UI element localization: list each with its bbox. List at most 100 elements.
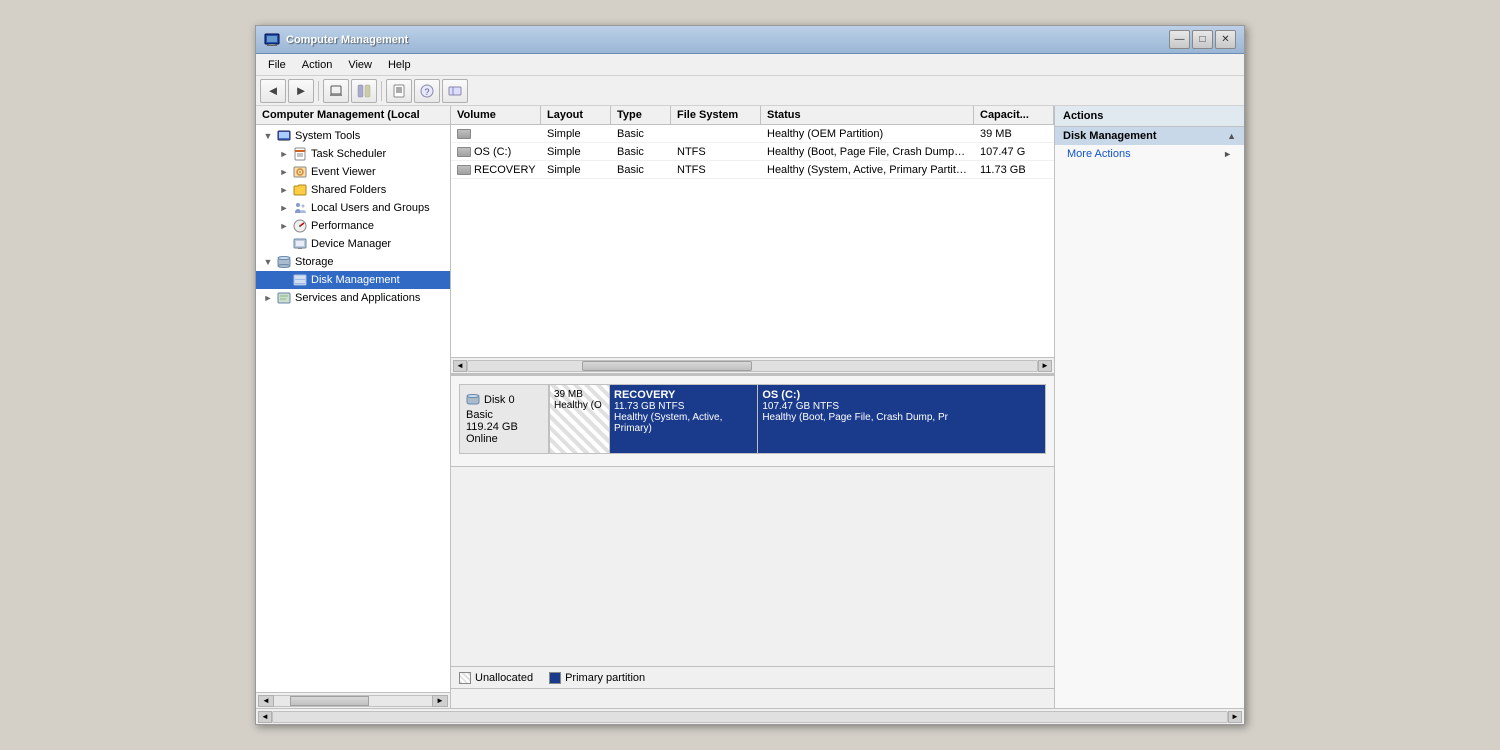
td-layout-1: Simple — [541, 144, 611, 160]
th-filesystem[interactable]: File System — [671, 106, 761, 124]
th-status[interactable]: Status — [761, 106, 974, 124]
disk-row-0: Disk 0 Basic 119.24 GB Online 39 MB Heal… — [459, 384, 1046, 454]
tree-scroll-left[interactable]: ◄ — [258, 695, 274, 707]
more-actions-link[interactable]: More Actions ► — [1055, 145, 1244, 163]
status-bar — [451, 688, 1054, 708]
td-type-1: Basic — [611, 144, 671, 160]
help-button[interactable]: ? — [414, 79, 440, 103]
local-users-icon — [292, 200, 308, 216]
tree-item-performance[interactable]: ► Performance — [256, 217, 450, 235]
toolbar-separator-1 — [318, 81, 319, 101]
th-volume[interactable]: Volume — [451, 106, 541, 124]
legend-unalloc-box — [459, 672, 471, 684]
bottom-scroll-track[interactable] — [272, 711, 1228, 723]
tree-scroll-track[interactable] — [274, 695, 432, 707]
system-tools-label: System Tools — [295, 130, 360, 142]
expand-performance[interactable]: ► — [276, 218, 292, 234]
oem-size: 39 MB — [554, 389, 605, 400]
disk-0-label: Disk 0 — [484, 394, 515, 406]
up-button[interactable] — [323, 79, 349, 103]
table-row[interactable]: OS (C:) Simple Basic NTFS Healthy (Boot,… — [451, 143, 1054, 161]
expand-event-viewer[interactable]: ► — [276, 164, 292, 180]
os-info: Healthy (Boot, Page File, Crash Dump, Pr — [762, 412, 1041, 423]
menu-view[interactable]: View — [340, 57, 380, 73]
hscroll-right[interactable]: ► — [1038, 360, 1052, 372]
expand-local-users[interactable]: ► — [276, 200, 292, 216]
disk-management-label: Disk Management — [311, 274, 400, 286]
expand-storage[interactable]: ▼ — [260, 254, 276, 270]
hscroll-track[interactable] — [467, 360, 1038, 372]
partition-oem[interactable]: 39 MB Healthy (O — [550, 385, 610, 453]
os-name: OS (C:) — [762, 389, 1041, 401]
disk-label: Disk 0 Basic 119.24 GB Online — [459, 384, 549, 454]
tree-scroll-right[interactable]: ► — [432, 695, 448, 707]
actions-title: Actions — [1063, 110, 1103, 122]
tree-item-services[interactable]: ► Services and Applications — [256, 289, 450, 307]
minimize-button[interactable]: — — [1169, 30, 1190, 49]
storage-icon — [276, 254, 292, 270]
device-manager-label: Device Manager — [311, 238, 391, 250]
menu-file[interactable]: File — [260, 57, 294, 73]
oem-info: Healthy (O — [554, 400, 605, 411]
disk-viz-area: Disk 0 Basic 119.24 GB Online 39 MB Heal… — [451, 374, 1054, 466]
event-viewer-icon — [292, 164, 308, 180]
show-hide-button[interactable] — [351, 79, 377, 103]
partition-os[interactable]: OS (C:) 107.47 GB NTFS Healthy (Boot, Pa… — [758, 385, 1045, 453]
th-capacity[interactable]: Capacit... — [974, 106, 1054, 124]
expand-services[interactable]: ► — [260, 290, 276, 306]
device-manager-expand — [276, 236, 292, 252]
tree-scroll-thumb[interactable] — [290, 696, 369, 706]
th-type[interactable]: Type — [611, 106, 671, 124]
window-bottom-scroll[interactable]: ◄ ► — [256, 708, 1244, 724]
main-content: Computer Management (Local ▼ System Tool… — [256, 106, 1244, 708]
bottom-scroll-left[interactable]: ◄ — [258, 711, 272, 723]
tree-item-storage[interactable]: ▼ Storage — [256, 253, 450, 271]
tree-item-device-manager[interactable]: Device Manager — [256, 235, 450, 253]
td-capacity-0: 39 MB — [974, 126, 1054, 142]
disk-label-icon — [466, 393, 480, 407]
tree-item-system-tools[interactable]: ▼ System Tools — [256, 127, 450, 145]
expand-shared-folders[interactable]: ► — [276, 182, 292, 198]
properties-button[interactable] — [386, 79, 412, 103]
maximize-button[interactable]: □ — [1192, 30, 1213, 49]
disk-0-type: Basic — [466, 409, 542, 421]
disk-0-size: 119.24 GB — [466, 421, 542, 433]
menu-help[interactable]: Help — [380, 57, 419, 73]
legend-primary-label: Primary partition — [565, 672, 645, 684]
disk-partitions: 39 MB Healthy (O RECOVERY 11.73 GB NTFS … — [549, 384, 1046, 454]
hscroll-thumb[interactable] — [582, 361, 753, 371]
tree-item-event-viewer[interactable]: ► Event Viewer — [256, 163, 450, 181]
menu-action[interactable]: Action — [294, 57, 341, 73]
td-filesystem-1: NTFS — [671, 144, 761, 160]
td-volume-1: OS (C:) — [451, 144, 541, 160]
td-filesystem-2: NTFS — [671, 162, 761, 178]
back-button[interactable]: ◄ — [260, 79, 286, 103]
table-row[interactable]: RECOVERY Simple Basic NTFS Healthy (Syst… — [451, 161, 1054, 179]
bottom-scroll-right[interactable]: ► — [1228, 711, 1242, 723]
right-panel: Volume Layout Type File System Status Ca… — [451, 106, 1054, 708]
tree-item-task-scheduler[interactable]: ► Task Scheduler — [256, 145, 450, 163]
td-layout-0: Simple — [541, 126, 611, 142]
th-layout[interactable]: Layout — [541, 106, 611, 124]
legend-unallocated: Unallocated — [459, 672, 533, 684]
table-row[interactable]: Simple Basic Healthy (OEM Partition) 39 … — [451, 125, 1054, 143]
expand-system-tools[interactable]: ▼ — [260, 128, 276, 144]
extra-button[interactable] — [442, 79, 468, 103]
services-label: Services and Applications — [295, 292, 420, 304]
tree-item-disk-management[interactable]: Disk Management — [256, 271, 450, 289]
expand-task-scheduler[interactable]: ► — [276, 146, 292, 162]
tree-item-local-users[interactable]: ► Local Users and Groups — [256, 199, 450, 217]
recovery-size: 11.73 GB NTFS — [614, 401, 753, 412]
close-button[interactable]: ✕ — [1215, 30, 1236, 49]
td-type-2: Basic — [611, 162, 671, 178]
disk-management-actions-header[interactable]: Disk Management ▲ — [1055, 127, 1244, 145]
system-tools-icon — [276, 128, 292, 144]
hscroll-left[interactable]: ◄ — [453, 360, 467, 372]
device-manager-icon — [292, 236, 308, 252]
forward-button[interactable]: ► — [288, 79, 314, 103]
partition-recovery[interactable]: RECOVERY 11.73 GB NTFS Healthy (System, … — [610, 385, 758, 453]
table-hscrollbar[interactable]: ◄ ► — [451, 357, 1054, 373]
tree-scrollbar[interactable]: ◄ ► — [256, 692, 450, 708]
tree-item-shared-folders[interactable]: ► Shared Folders — [256, 181, 450, 199]
td-capacity-1: 107.47 G — [974, 144, 1054, 160]
